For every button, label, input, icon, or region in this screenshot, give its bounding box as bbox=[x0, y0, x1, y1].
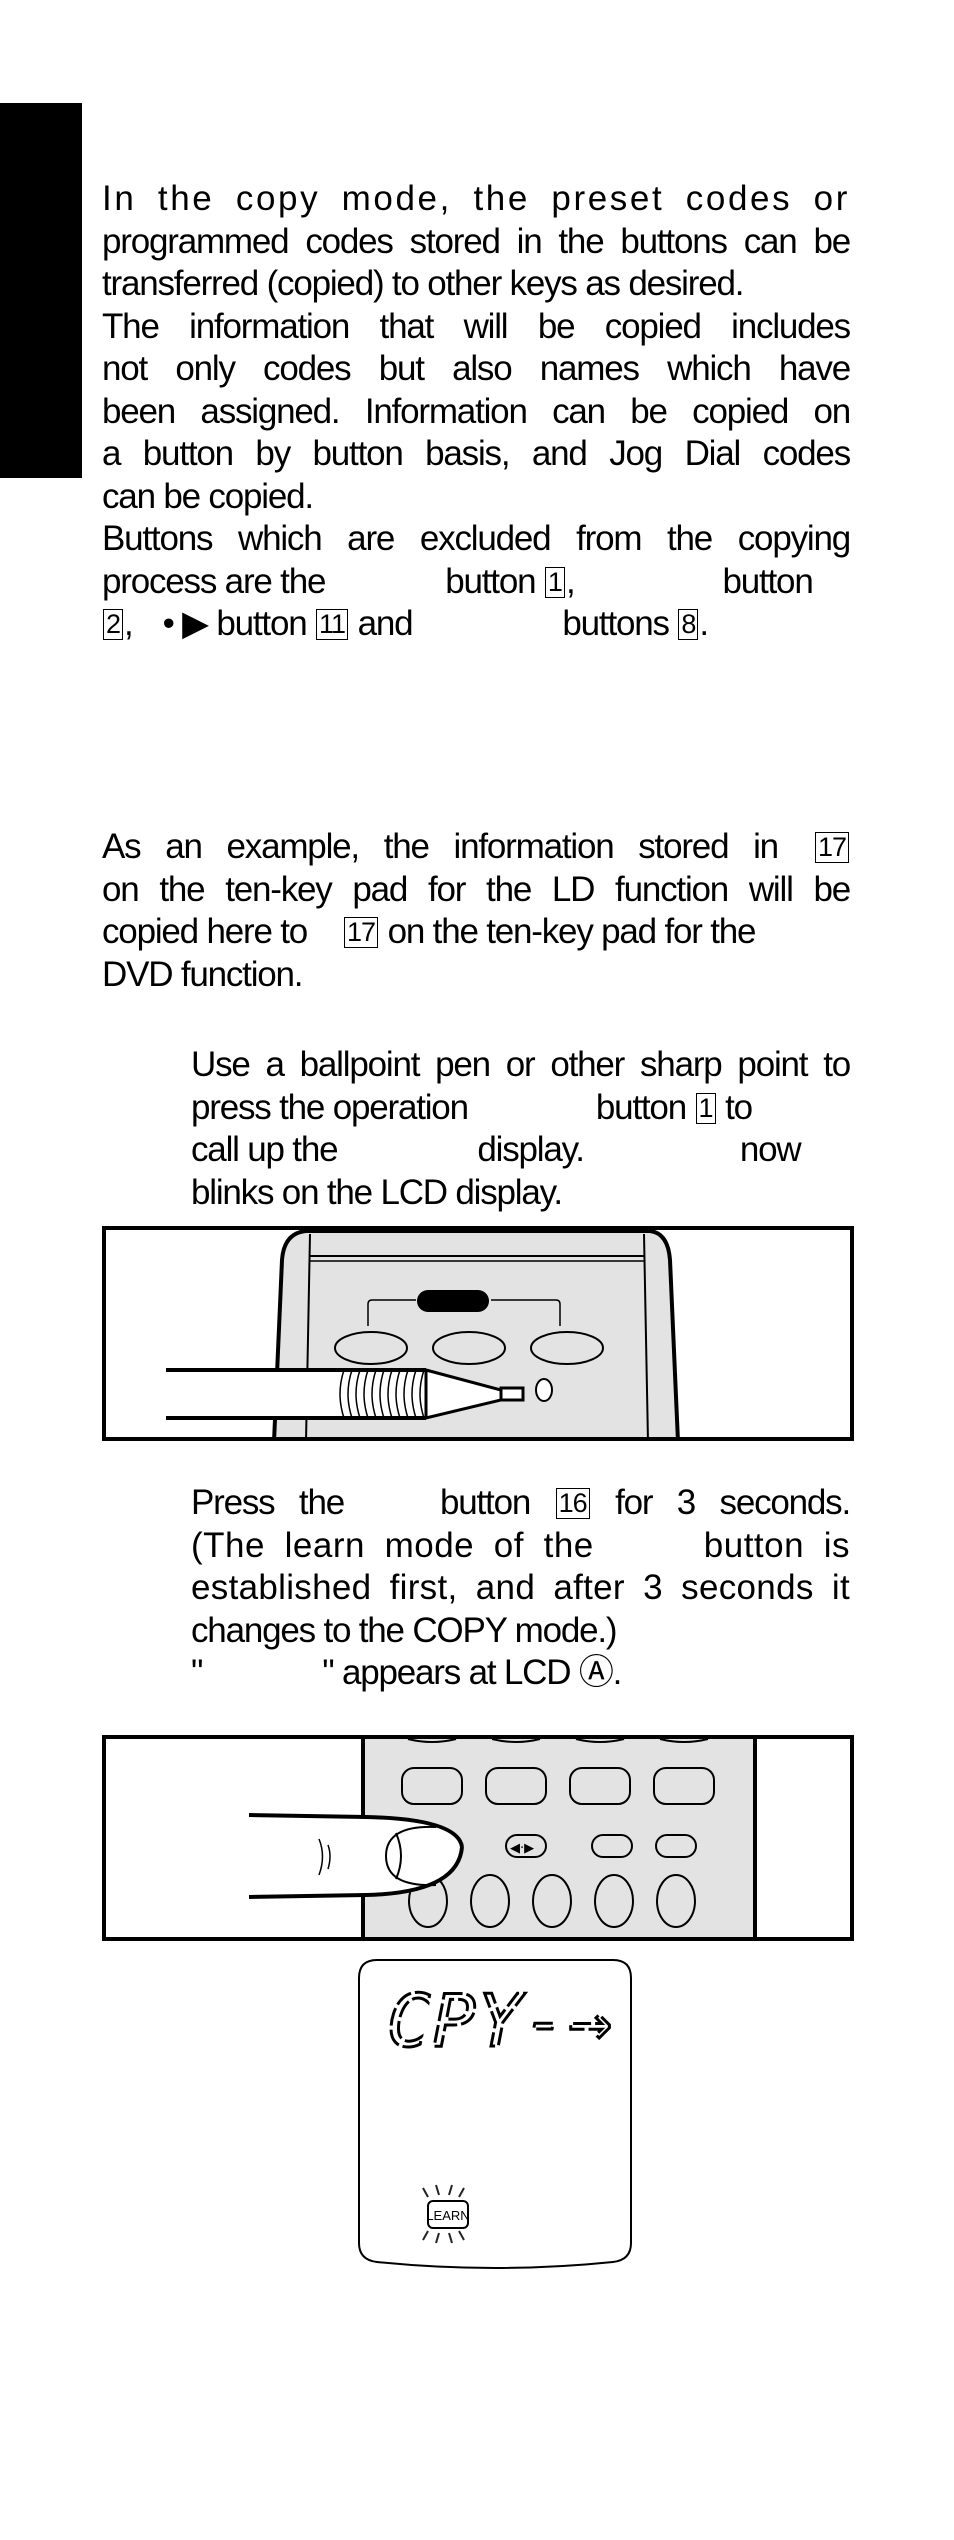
example-line: on the ten-key pad for the LD function w… bbox=[102, 869, 851, 909]
text-fragment: and bbox=[357, 604, 414, 643]
button-number-badge: 1 bbox=[544, 566, 565, 598]
excluded-line: Buttons which are excluded from the copy… bbox=[102, 519, 851, 558]
step1-line: press the operation button 1 to bbox=[191, 1087, 850, 1130]
pen-press-illustration bbox=[166, 1230, 680, 1437]
text-fragment: As an example, the information stored in bbox=[102, 827, 779, 866]
intro-line: can be copied. bbox=[102, 476, 314, 516]
text-fragment: , bbox=[124, 604, 134, 643]
step1-line: call up the display. now bbox=[191, 1129, 850, 1172]
step1-line: Use a ballpoint pen or other sharp point… bbox=[191, 1045, 851, 1084]
intro-line: transferred (copied) to other keys as de… bbox=[102, 264, 744, 303]
text-fragment: to bbox=[725, 1087, 753, 1127]
example-line: DVD function. bbox=[102, 954, 304, 994]
text-fragment: , bbox=[565, 561, 576, 601]
text-fragment: buttons bbox=[562, 604, 670, 643]
intro-paragraph: In the copy mode, the preset codes or pr… bbox=[102, 178, 851, 518]
step2-line: changes to the COPY mode.) bbox=[191, 1610, 618, 1650]
button-number-badge: 2 bbox=[103, 609, 124, 640]
figure-finger-press: ◀·▶ bbox=[102, 1735, 854, 1941]
text-fragment: (The learn mode of the bbox=[191, 1525, 594, 1565]
step2-paragraph: Press the button 16 for 3 seconds. (The l… bbox=[191, 1482, 851, 1695]
step2-line: " " appears at LCD Ⓐ. bbox=[191, 1652, 850, 1695]
button-number-badge: 17 bbox=[344, 917, 379, 948]
text-fragment: button bbox=[595, 1087, 687, 1127]
figure-pen-press bbox=[102, 1226, 854, 1441]
text-fragment: " bbox=[191, 1653, 203, 1692]
text-fragment: . bbox=[699, 604, 709, 643]
example-line: As an example, the information stored in… bbox=[102, 826, 850, 869]
intro-line: been assigned. Information can be copied… bbox=[102, 391, 851, 431]
intro-line: programmed codes stored in the buttons c… bbox=[102, 221, 851, 261]
step2-line: (The learn mode of the button is bbox=[191, 1525, 850, 1568]
finger-icon bbox=[248, 1813, 464, 1899]
text-fragment: process are the bbox=[102, 561, 326, 601]
intro-line: not only codes but also names which have bbox=[102, 349, 851, 388]
text-fragment: button bbox=[445, 561, 536, 601]
intro-line: In the copy mode, the preset codes or bbox=[102, 179, 850, 218]
text-fragment: on the ten-key pad for the bbox=[387, 912, 757, 951]
excluded-line: 2, • ▶ button 11 and buttons 8. bbox=[102, 603, 850, 646]
text-fragment: Press the bbox=[191, 1483, 345, 1522]
step2-line: Press the button 16 for 3 seconds. bbox=[191, 1482, 851, 1525]
text-fragment: button bbox=[722, 561, 813, 601]
button-number-badge: 8 bbox=[678, 609, 699, 640]
text-fragment: • ▶ button bbox=[162, 604, 308, 643]
button-number-badge: 16 bbox=[555, 1488, 590, 1519]
example-paragraph: As an example, the information stored in… bbox=[102, 826, 851, 996]
learn-indicator-label: LEARN bbox=[426, 2208, 469, 2223]
text-fragment: " appears at LCD Ⓐ. bbox=[322, 1653, 622, 1692]
lcd-segment-text: CPY-→ bbox=[387, 1979, 614, 2063]
text-fragment: display. bbox=[477, 1130, 585, 1169]
button-number-badge: 1 bbox=[695, 1092, 716, 1124]
text-fragment: copied here to bbox=[102, 912, 308, 951]
jog-arrow-icon: ◀·▶ bbox=[510, 1841, 534, 1856]
button-number-badge: 17 bbox=[814, 832, 849, 863]
excluded-line: process are the button 1, button bbox=[102, 561, 850, 604]
example-line: copied here to 17 on the ten-key pad for … bbox=[102, 911, 850, 954]
intro-line: The information that will be copied incl… bbox=[102, 306, 851, 346]
operation-button-icon bbox=[535, 1378, 553, 1402]
text-fragment: button is bbox=[703, 1525, 850, 1565]
step1-line: blinks on the LCD display. bbox=[191, 1172, 563, 1212]
section-tab-marker bbox=[0, 103, 82, 478]
operation-slot-icon bbox=[417, 1290, 489, 1312]
button-number-badge: 11 bbox=[316, 609, 349, 640]
finger-press-illustration: ◀·▶ bbox=[248, 1739, 757, 1937]
step2-line: established first, and after 3 seconds i… bbox=[191, 1568, 850, 1607]
text-fragment: for 3 seconds. bbox=[615, 1483, 851, 1522]
excluded-paragraph: Buttons which are excluded from the copy… bbox=[102, 518, 851, 646]
lcd-display: CPY-→ LEARN bbox=[357, 1958, 633, 2278]
intro-line: a button by button basis, and Jog Dial c… bbox=[102, 434, 851, 473]
text-fragment: now bbox=[739, 1130, 802, 1169]
step1-paragraph: Use a ballpoint pen or other sharp point… bbox=[191, 1044, 851, 1214]
text-fragment: call up the bbox=[191, 1130, 339, 1169]
text-fragment: button bbox=[439, 1483, 531, 1522]
text-fragment: press the operation bbox=[191, 1087, 469, 1127]
